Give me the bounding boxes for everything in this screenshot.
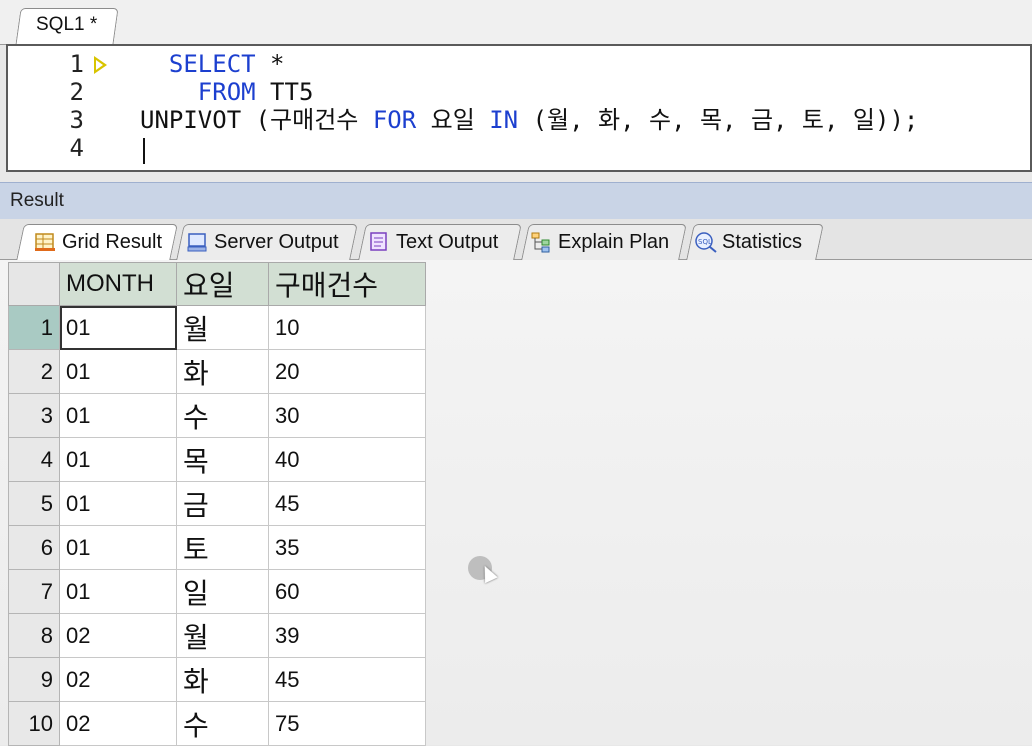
grid-row[interactable]: 9 02 화 45 xyxy=(8,657,426,702)
row-number-cell[interactable]: 8 xyxy=(8,613,60,658)
grid-row[interactable]: 2 01 화 20 xyxy=(8,349,426,394)
sql-text: UNPIVOT (구매건수 xyxy=(140,106,373,134)
tab-grid-result[interactable]: Grid Result xyxy=(34,225,162,259)
tab-label: Explain Plan xyxy=(558,230,670,253)
tab-label: Grid Result xyxy=(62,230,163,253)
row-number-cell[interactable]: 10 xyxy=(8,701,60,746)
month-cell[interactable]: 01 xyxy=(59,525,177,570)
text-caret xyxy=(143,138,145,164)
count-cell[interactable]: 30 xyxy=(268,393,426,438)
tab-label: Statistics xyxy=(722,230,803,253)
count-cell[interactable]: 39 xyxy=(268,613,426,658)
tab-explain-plan[interactable]: Explain Plan xyxy=(530,225,669,259)
day-cell[interactable]: 월 xyxy=(176,613,269,658)
count-cell[interactable]: 35 xyxy=(268,525,426,570)
column-header-month[interactable]: MONTH xyxy=(59,262,177,306)
month-cell[interactable]: 01 xyxy=(59,569,177,614)
month-cell[interactable]: 01 xyxy=(59,305,177,350)
sql-text: (월, 화, 수, 목, 금, 토, 일)); xyxy=(518,106,919,134)
month-cell[interactable]: 02 xyxy=(59,701,177,746)
line-number: 3 xyxy=(69,106,84,134)
row-number-cell[interactable]: 6 xyxy=(8,525,60,570)
grid-row[interactable]: 6 01 토 35 xyxy=(8,525,426,570)
count-cell[interactable]: 40 xyxy=(268,437,426,482)
code-line-2[interactable]: FROM TT5 xyxy=(140,78,314,106)
tab-sql1-label[interactable]: SQL1 * xyxy=(36,14,97,36)
svg-text:SQL: SQL xyxy=(698,238,712,246)
line-number: 1 xyxy=(69,50,84,78)
count-cell[interactable]: 60 xyxy=(268,569,426,614)
month-cell[interactable]: 02 xyxy=(59,657,177,702)
row-number-cell[interactable]: 9 xyxy=(8,657,60,702)
month-cell[interactable]: 01 xyxy=(59,393,177,438)
day-cell[interactable]: 수 xyxy=(176,701,269,746)
result-grid[interactable]: MONTH 요일 구매건수 1 01 월 10 2 01 화 20 3 01 수 30 4 01 목 40 5 0… xyxy=(8,262,426,746)
code-line-1[interactable]: SELECT * xyxy=(140,50,285,78)
statistics-icon: SQL xyxy=(694,231,717,253)
line-number: 2 xyxy=(69,78,84,106)
sql-keyword: FOR xyxy=(372,106,417,134)
count-cell[interactable]: 45 xyxy=(268,657,426,702)
month-cell[interactable]: 01 xyxy=(59,349,177,394)
tab-text-output[interactable]: Text Output xyxy=(368,225,498,259)
grid-header-row: MONTH 요일 구매건수 xyxy=(8,262,426,306)
result-panel-header xyxy=(0,182,1032,220)
grid-row[interactable]: 5 01 금 45 xyxy=(8,481,426,526)
line-number-gutter: 1 2 3 4 xyxy=(8,46,138,170)
tab-label: Server Output xyxy=(214,230,339,253)
day-cell[interactable]: 금 xyxy=(176,481,269,526)
grid-row[interactable]: 4 01 목 40 xyxy=(8,437,426,482)
editor-tab-strip: SQL1 * xyxy=(0,0,1032,45)
day-cell[interactable]: 토 xyxy=(176,525,269,570)
day-cell[interactable]: 월 xyxy=(176,305,269,350)
column-header-day[interactable]: 요일 xyxy=(176,262,269,306)
sql-editor[interactable]: 1 2 3 4 SELECT * FROM TT5 UNPIVOT (구매건수 … xyxy=(6,44,1032,172)
sql-text: TT5 xyxy=(255,78,314,106)
text-output-icon xyxy=(368,231,390,253)
count-cell[interactable]: 45 xyxy=(268,481,426,526)
sql-keyword: SELECT xyxy=(168,50,256,78)
month-cell[interactable]: 01 xyxy=(59,481,177,526)
sql-text: 요일 xyxy=(416,106,490,134)
server-icon xyxy=(186,231,208,253)
month-cell[interactable]: 02 xyxy=(59,613,177,658)
grid-corner-cell[interactable] xyxy=(8,262,60,306)
day-cell[interactable]: 수 xyxy=(176,393,269,438)
day-cell[interactable]: 화 xyxy=(176,349,269,394)
result-panel-title: Result xyxy=(10,190,64,211)
grid-row[interactable]: 3 01 수 30 xyxy=(8,393,426,438)
row-number-cell[interactable]: 7 xyxy=(8,569,60,614)
grid-row[interactable]: 10 02 수 75 xyxy=(8,701,426,746)
grid-row[interactable]: 8 02 월 39 xyxy=(8,613,426,658)
month-cell[interactable]: 01 xyxy=(59,437,177,482)
grid-row[interactable]: 7 01 일 60 xyxy=(8,569,426,614)
current-statement-arrow-inner xyxy=(96,60,103,70)
code-line-3[interactable]: UNPIVOT (구매건수 FOR 요일 IN (월, 화, 수, 목, 금, … xyxy=(140,106,918,134)
count-cell[interactable]: 75 xyxy=(268,701,426,746)
row-number-cell[interactable]: 2 xyxy=(8,349,60,394)
tab-statistics[interactable]: SQL Statistics xyxy=(694,225,802,259)
row-number-cell[interactable]: 5 xyxy=(8,481,60,526)
day-cell[interactable]: 목 xyxy=(176,437,269,482)
sql-keyword: FROM xyxy=(197,78,256,106)
day-cell[interactable]: 화 xyxy=(176,657,269,702)
tab-server-output[interactable]: Server Output xyxy=(186,225,339,259)
row-number-cell[interactable]: 3 xyxy=(8,393,60,438)
explain-plan-icon xyxy=(530,231,552,253)
count-cell[interactable]: 20 xyxy=(268,349,426,394)
day-cell[interactable]: 일 xyxy=(176,569,269,614)
tab-label: Text Output xyxy=(396,230,499,253)
grid-row[interactable]: 1 01 월 10 xyxy=(8,305,426,350)
line-number: 4 xyxy=(69,134,84,162)
sql-keyword: IN xyxy=(489,106,519,134)
row-number-cell[interactable]: 4 xyxy=(8,437,60,482)
count-cell[interactable]: 10 xyxy=(268,305,426,350)
sql-text: * xyxy=(255,50,285,78)
row-number-cell[interactable]: 1 xyxy=(8,305,60,350)
column-header-count[interactable]: 구매건수 xyxy=(268,262,426,306)
grid-icon xyxy=(34,231,56,253)
